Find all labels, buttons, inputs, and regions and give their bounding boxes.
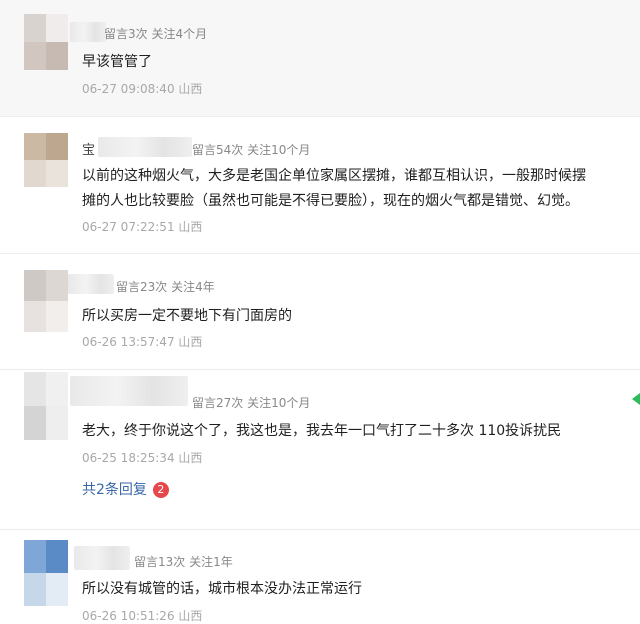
avatar-pixel	[24, 540, 46, 573]
avatar-pixel	[46, 372, 68, 406]
comment-text: 以前的这种烟火气，大多是老国企单位家属区摆摊，谁都互相认识，一般那时候摆 摊的人…	[82, 164, 586, 214]
avatar-pixel	[46, 270, 68, 301]
user-stats: 留言54次 关注10个月	[192, 143, 311, 157]
comment-text-line: 所以买房一定不要地下有门面房的	[82, 308, 292, 324]
avatar-pixel	[24, 42, 46, 70]
comment-text: 所以买房一定不要地下有门面房的	[82, 304, 292, 329]
username-blurred[interactable]	[70, 22, 106, 42]
comment-text: 所以没有城管的话，城市根本没办法正常运行	[82, 577, 362, 602]
comment-text-line: 摊的人也比较要脸（虽然也可能是不得已要脸），现在的烟火气都是错觉、幻觉。	[82, 193, 579, 209]
comment-timestamp: 06-27 07:22:51 山西	[82, 220, 203, 234]
avatar-pixel	[24, 573, 46, 606]
comment-text-line: 老大，终于你说这个了，我这也是，我去年一口气打了二十多次 110投诉扰民	[82, 423, 562, 439]
user-stats: 留言23次 关注4年	[116, 280, 215, 294]
comment-text-line: 以前的这种烟火气，大多是老国企单位家属区摆摊，谁都互相认识，一般那时候摆	[82, 168, 586, 184]
avatar-pixel	[24, 301, 46, 332]
reply-count-badge: 2	[152, 482, 169, 498]
comment-item[interactable]: 宝 留言54次 关注10个月 以前的这种烟火气，大多是老国企单位家属区摆摊，谁都…	[0, 117, 640, 252]
avatar-pixel	[46, 133, 68, 160]
avatar-pixel	[24, 406, 46, 440]
scroll-marker-icon	[632, 393, 640, 405]
username-blurred[interactable]	[98, 137, 192, 157]
comment-timestamp: 06-25 18:25:34 山西	[82, 451, 203, 465]
comment-text: 早该管管了	[82, 50, 152, 75]
avatar-pixel	[24, 372, 46, 406]
username-blurred[interactable]	[70, 376, 188, 406]
avatar[interactable]	[24, 372, 68, 440]
avatar-pixel	[24, 270, 46, 301]
comment-timestamp: 06-27 09:08:40 山西	[82, 82, 203, 96]
avatar-pixel	[46, 301, 68, 332]
comment-item[interactable]: 留言13次 关注1年 所以没有城管的话，城市根本没办法正常运行 06-26 10…	[0, 530, 640, 623]
avatar-pixel	[46, 42, 68, 70]
avatar-pixel	[24, 14, 46, 42]
comment-text-line: 所以没有城管的话，城市根本没办法正常运行	[82, 581, 362, 597]
comment-timestamp: 06-26 13:57:47 山西	[82, 335, 203, 349]
avatar[interactable]	[24, 133, 68, 187]
avatar-pixel	[46, 160, 68, 187]
avatar-pixel	[46, 406, 68, 440]
avatar[interactable]	[24, 540, 68, 606]
avatar[interactable]	[24, 270, 68, 332]
avatar-pixel	[46, 14, 68, 42]
username-blurred[interactable]	[74, 546, 130, 570]
comment-text-line: 早该管管了	[82, 54, 152, 70]
comment-item[interactable]: 留言3次 关注4个月 早该管管了 06-27 09:08:40 山西	[0, 0, 640, 116]
avatar-pixel	[46, 573, 68, 606]
username-blurred[interactable]	[68, 274, 114, 294]
view-replies-link[interactable]: 共2条回复 2	[82, 479, 169, 499]
comment-item[interactable]: 留言23次 关注4年 所以买房一定不要地下有门面房的 06-26 13:57:4…	[0, 254, 640, 368]
avatar-pixel	[24, 133, 46, 160]
comment-text: 老大，终于你说这个了，我这也是，我去年一口气打了二十多次 110投诉扰民	[82, 419, 561, 444]
comment-item[interactable]: 留言27次 关注10个月 老大，终于你说这个了，我这也是，我去年一口气打了二十多…	[0, 370, 640, 528]
avatar[interactable]	[24, 14, 68, 70]
user-stats: 留言13次 关注1年	[134, 555, 233, 569]
username-initial[interactable]: 宝	[82, 139, 95, 158]
avatar-pixel	[24, 160, 46, 187]
user-stats: 留言27次 关注10个月	[192, 396, 311, 410]
user-stats: 留言3次 关注4个月	[104, 27, 208, 41]
replies-label: 共2条回复	[82, 482, 147, 498]
avatar-pixel	[46, 540, 68, 573]
